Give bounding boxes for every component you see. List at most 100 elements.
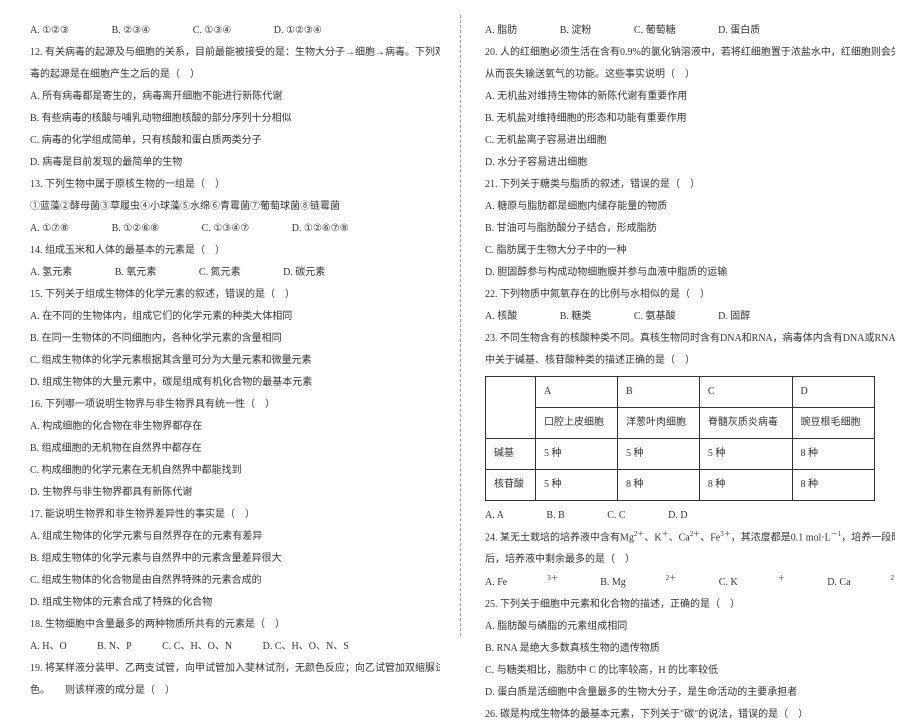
q24-options: A. Fe3＋ B. Mg2＋ C. K＋ D. Ca2＋ xyxy=(485,571,895,593)
q14-options: A. 氢元素 B. 氧元素 C. 氮元素 D. 碳元素 xyxy=(30,262,440,284)
q25: 25. 下列关于细胞中元素和化合物的描述，正确的是（ ） xyxy=(485,594,895,616)
cell: 8 种 xyxy=(792,470,874,501)
opt: C. K＋ xyxy=(719,571,785,593)
opt: B. N、P xyxy=(97,636,131,658)
q21-opt-c: C. 脂肪属于生物大分子中的一种 xyxy=(485,240,895,262)
cell: 口腔上皮细胞 xyxy=(536,408,618,439)
opt: B. Mg2＋ xyxy=(600,571,676,593)
q21-opt-a: A. 糖原与脂肪都是细胞内储存能量的物质 xyxy=(485,196,895,218)
q13-line1: 13. 下列生物中属于原核生物的一组是（ ） xyxy=(30,174,440,196)
q15-opt-b: B. 在同一生物体的不同细胞内，各种化学元素的含量相同 xyxy=(30,328,440,350)
opt: D. ①②③④ xyxy=(274,20,322,42)
opt: C. ①③④⑦ xyxy=(202,218,250,240)
q23-options: A. A B. B C. C D. D xyxy=(485,505,895,527)
opt: B. 糖类 xyxy=(560,306,592,328)
q20-line1: 20. 人的红细胞必须生活在含有0.9%的氯化钠溶液中，若将红细胞置于浓盐水中，… xyxy=(485,42,895,64)
cell: C xyxy=(699,377,792,408)
q15-opt-c: C. 组成生物体的化学元素根据其含量可分为大量元素和微量元素 xyxy=(30,350,440,372)
q15-opt-d: D. 组成生物体的大量元素中，碳是组成有机化合物的最基本元素 xyxy=(30,372,440,394)
q16-opt-c: C. 构成细胞的化学元素在无机自然界中都能找到 xyxy=(30,460,440,482)
table-row: 口腔上皮细胞 洋葱叶肉细胞 脊髓灰质炎病毒 豌豆根毛细胞 xyxy=(486,408,875,439)
q17-opt-d: D. 组成生物体的元素合成了特殊的化合物 xyxy=(30,592,440,614)
cell: A xyxy=(536,377,618,408)
q16: 16. 下列哪一项说明生物界与非生物界具有统一性（ ） xyxy=(30,394,440,416)
table-row: 碱基 5 种 5 种 5 种 8 种 xyxy=(486,439,875,470)
cell xyxy=(486,377,536,439)
q12-opt-c: C. 病毒的化学组成简单，只有核酸和蛋白质两类分子 xyxy=(30,130,440,152)
opt: A. A xyxy=(485,505,504,527)
opt: C. C、H、O、N xyxy=(162,636,232,658)
cell: 豌豆根毛细胞 xyxy=(792,408,874,439)
cell: 核苷酸 xyxy=(486,470,536,501)
q13-line2: ①蓝藻②酵母菌③草履虫④小球藻⑤水绵⑥青霉菌⑦葡萄球菌⑧链霉菌 xyxy=(30,196,440,218)
opt: A. 脂肪 xyxy=(485,20,517,42)
q22: 22. 下列物质中氮氧存在的比例与水相似的是（ ） xyxy=(485,284,895,306)
opt: C. 葡萄糖 xyxy=(634,20,676,42)
opt: D. C、H、O、N、S xyxy=(263,636,349,658)
opt: C. C xyxy=(607,505,625,527)
q18-options: A. H、O B. N、P C. C、H、O、N D. C、H、O、N、S xyxy=(30,636,440,658)
q22-options: A. 核酸 B. 糖类 C. 氨基酸 D. 固醇 xyxy=(485,306,895,328)
q21-opt-b: B. 甘油可与脂肪酸分子结合，形成脂肪 xyxy=(485,218,895,240)
q17-opt-c: C. 组成生物体的化合物是由自然界特殊的元素合成的 xyxy=(30,570,440,592)
opt: B. 淀粉 xyxy=(560,20,592,42)
cell: 5 种 xyxy=(536,470,618,501)
q20-opt-b: B. 无机盐对维持细胞的形态和功能有重要作用 xyxy=(485,108,895,130)
cell: 5 种 xyxy=(617,439,699,470)
q20-line2: 从而丧失输送氧气的功能。这些事实说明（ ） xyxy=(485,64,895,86)
opt: B. ①②⑥⑧ xyxy=(112,218,160,240)
q20-opt-d: D. 水分子容易进出细胞 xyxy=(485,152,895,174)
q21-opt-d: D. 胆固醇参与构成动物细胞膜并参与血液中脂质的运输 xyxy=(485,262,895,284)
q24-line1: 24. 某无土栽培的培养液中含有Mg2＋、K＋、Ca2＋、Fe3＋，其浓度都是0… xyxy=(485,527,895,549)
q25-opt-a: A. 脂肪酸与磷脂的元素组成相同 xyxy=(485,616,895,638)
cell: 8 种 xyxy=(617,470,699,501)
opt: D. ①②⑥⑦⑧ xyxy=(292,218,349,240)
table-row: A B C D xyxy=(486,377,875,408)
q15: 15. 下列关于组成生物体的化学元素的叙述，错误的是（ ） xyxy=(30,284,440,306)
q19-line2: 色。 则该样液的成分是（ ） xyxy=(30,680,440,702)
q26: 26. 碳是构成生物体的最基本元素，下列关于"碳"的说法，错误的是（ ） xyxy=(485,704,895,726)
q12-line2: 毒的起源是在细胞产生之后的是（ ） xyxy=(30,64,440,86)
opt: C. 氨基酸 xyxy=(634,306,676,328)
opt: A. H、O xyxy=(30,636,67,658)
opt: C. 氮元素 xyxy=(199,262,241,284)
q12-opt-a: A. 所有病毒都是寄生的，病毒离开细胞不能进行新陈代谢 xyxy=(30,86,440,108)
opt: D. 碳元素 xyxy=(283,262,325,284)
q15-opt-a: A. 在不同的生物体内，组成它们的化学元素的种类大体相同 xyxy=(30,306,440,328)
opt: D. 蛋白质 xyxy=(718,20,760,42)
q14: 14. 组成玉米和人体的最基本的元素是（ ） xyxy=(30,240,440,262)
opt: B. ②③④ xyxy=(112,20,151,42)
cell: 8 种 xyxy=(699,470,792,501)
q23-line1: 23. 不同生物含有的核酸种类不同。真核生物同时含有DNA和RNA，病毒体内含有… xyxy=(485,328,895,350)
cell: 5 种 xyxy=(536,439,618,470)
q17-opt-a: A. 组成生物体的化学元素与自然界存在的元素有差异 xyxy=(30,526,440,548)
opt: B. 氧元素 xyxy=(115,262,157,284)
q12-opt-d: D. 病毒是目前发现的最简单的生物 xyxy=(30,152,440,174)
q16-opt-d: D. 生物界与非生物界都具有新陈代谢 xyxy=(30,482,440,504)
q25-opt-b: B. RNA 是绝大多数真核生物的遗传物质 xyxy=(485,638,895,660)
table-row: 核苷酸 5 种 8 种 8 种 8 种 xyxy=(486,470,875,501)
opt: B. B xyxy=(546,505,564,527)
q25-opt-d: D. 蛋白质是活细胞中含量最多的生物大分子，是生命活动的主要承担者 xyxy=(485,682,895,704)
q24-line2: 后，培养液中剩余最多的是（ ） xyxy=(485,549,895,571)
q11-options: A. ①②③ B. ②③④ C. ①③④ D. ①②③④ xyxy=(30,20,440,42)
column-divider xyxy=(460,15,461,636)
cell: 碱基 xyxy=(486,439,536,470)
cell: 洋葱叶肉细胞 xyxy=(617,408,699,439)
cell: 8 种 xyxy=(792,439,874,470)
opt: D. 固醇 xyxy=(718,306,750,328)
q21: 21. 下列关于糖类与脂质的叙述，错误的是（ ） xyxy=(485,174,895,196)
q20-opt-a: A. 无机盐对维持生物体的新陈代谢有重要作用 xyxy=(485,86,895,108)
q19-line1: 19. 将某样液分装甲、乙两支试管，向甲试管加入斐林试剂，无颜色反应；向乙试管加… xyxy=(30,658,440,680)
q17-opt-b: B. 组成生物体的化学元素与自然界中的元素含量差异很大 xyxy=(30,548,440,570)
opt: A. ①⑦⑧ xyxy=(30,218,69,240)
q19-options: A. 脂肪 B. 淀粉 C. 葡萄糖 D. 蛋白质 xyxy=(485,20,895,42)
opt: A. ①②③ xyxy=(30,20,69,42)
cell: D xyxy=(792,377,874,408)
opt: C. ①③④ xyxy=(193,20,232,42)
opt: A. 核酸 xyxy=(485,306,517,328)
cell: 5 种 xyxy=(699,439,792,470)
q23-line2: 中关于碱基、核苷酸种类的描述正确的是（ ） xyxy=(485,350,895,372)
opt: A. Fe3＋ xyxy=(485,571,558,593)
q17: 17. 能说明生物界和非生物界差异性的事实是（ ） xyxy=(30,504,440,526)
